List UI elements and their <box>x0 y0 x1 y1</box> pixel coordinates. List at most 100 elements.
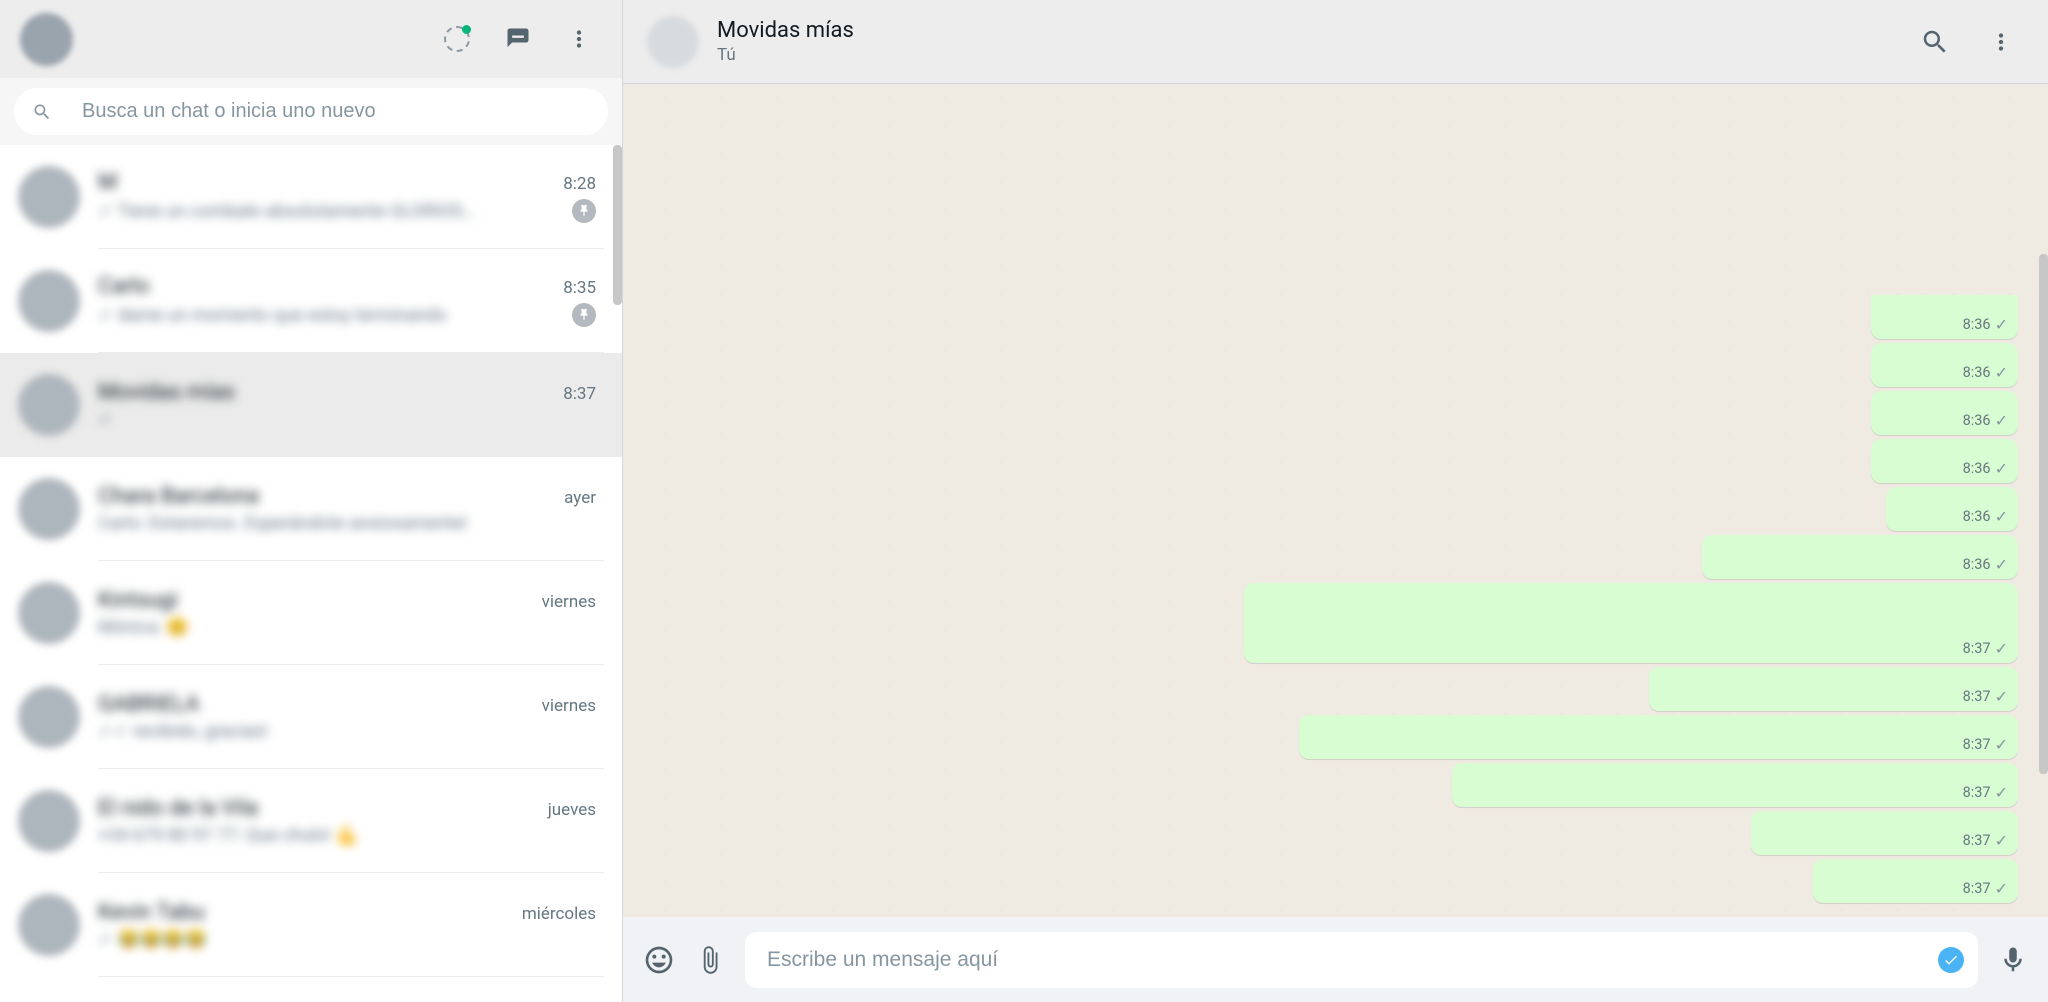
chat-time: viernes <box>542 592 596 612</box>
message-time: 8:36 <box>1963 508 1991 525</box>
message-time: 8:36 <box>1963 364 1991 381</box>
chat-name: Kevin Tabu <box>98 900 205 925</box>
message-time: 8:36 <box>1963 556 1991 573</box>
chat-name: El nido de la Vila <box>98 796 258 821</box>
chat-name: M <box>98 170 117 195</box>
check-icon: ✓ <box>1995 881 2008 897</box>
chat-item[interactable]: Movidas mías8:37✓ <box>0 353 622 457</box>
chat-name: GABRIELA <box>98 692 200 717</box>
chat-avatar <box>18 478 80 540</box>
chat-preview: ✓✓ recibido, gracias! <box>98 721 268 742</box>
new-chat-icon[interactable] <box>504 25 532 53</box>
check-icon: ✓ <box>1995 317 2008 333</box>
search-input[interactable] <box>82 100 590 123</box>
conversation-menu-icon[interactable] <box>1988 27 2014 57</box>
message-bubble[interactable]: 8:37✓ <box>1244 583 2018 663</box>
search-icon <box>32 101 52 123</box>
message-time: 8:37 <box>1963 688 1991 705</box>
chat-item[interactable]: GABRIELA viernes ✓✓ recibido, gracias! <box>0 665 622 769</box>
chat-time: 8:35 <box>563 278 596 298</box>
message-bubble[interactable]: 8:36✓ <box>1871 439 2018 483</box>
message-time: 8:37 <box>1963 784 1991 801</box>
chat-avatar <box>18 374 80 436</box>
chat-avatar <box>18 790 80 852</box>
search-box[interactable] <box>14 88 608 135</box>
message-bubble[interactable]: 8:37✓ <box>1751 811 2018 855</box>
message-bubble[interactable]: 8:37✓ <box>1299 715 2018 759</box>
messages-scrollbar[interactable] <box>2039 254 2048 774</box>
chat-avatar <box>18 686 80 748</box>
check-icon: ✓ <box>1995 833 2008 849</box>
message-bubble[interactable]: 8:37✓ <box>1813 859 2018 903</box>
pin-icon <box>572 199 596 223</box>
menu-icon[interactable] <box>566 26 592 52</box>
chat-list[interactable]: M 8:28 ✓ Tiene un combate absolutamente GL… <box>0 145 622 1002</box>
chat-time: jueves <box>548 800 596 820</box>
mic-icon[interactable] <box>1998 945 2028 975</box>
message-bubble[interactable]: 8:36✓ <box>1702 535 2018 579</box>
message-bubble[interactable]: 8:36✓ <box>1871 295 2018 339</box>
chat-preview: Carlo: Estaremos. Esperándote ansiosamen… <box>98 513 467 534</box>
attach-icon[interactable] <box>695 945 725 975</box>
message-time: 8:37 <box>1963 880 1991 897</box>
send-status-icon[interactable] <box>1938 947 1964 973</box>
chat-item[interactable]: Chara Barcelona ayer Carlo: Estaremos. Esp… <box>0 457 622 561</box>
chat-preview: ✓ <box>98 409 113 430</box>
check-icon: ✓ <box>1995 737 2008 753</box>
composer <box>623 917 2048 1002</box>
chat-preview: ✓ Tiene un combate absolutamente GLORIOS… <box>98 201 475 222</box>
message-time: 8:37 <box>1963 832 1991 849</box>
chat-time: 8:28 <box>563 174 596 194</box>
chat-avatar <box>18 166 80 228</box>
message-time: 8:37 <box>1963 640 1991 657</box>
compose-input-wrap[interactable] <box>745 932 1978 988</box>
conversation-subtitle: Tú <box>717 45 854 65</box>
message-time: 8:37 <box>1963 736 1991 753</box>
message-bubble[interactable]: 8:36✓ <box>1871 391 2018 435</box>
search-in-chat-icon[interactable] <box>1920 27 1950 57</box>
chat-avatar[interactable] <box>647 16 699 68</box>
chat-item[interactable]: Carlo8:35✓ dame un momento que estoy ter… <box>0 249 622 353</box>
chat-preview: +34 679 80 97 77: Que chulo! 💪 <box>98 825 358 846</box>
pin-icon <box>572 303 596 327</box>
check-icon: ✓ <box>1995 689 2008 705</box>
sidebar: M 8:28 ✓ Tiene un combate absolutamente GL… <box>0 0 623 1002</box>
chat-preview: Mónica: 😊 <box>98 617 189 638</box>
chat-time: miércoles <box>522 904 596 924</box>
sidebar-header <box>0 0 622 78</box>
message-bubble[interactable]: 8:36✓ <box>1886 487 2018 531</box>
search-row <box>0 78 622 145</box>
chat-item[interactable]: KintsugiviernesMónica: 😊 <box>0 561 622 665</box>
check-icon: ✓ <box>1995 509 2008 525</box>
check-icon: ✓ <box>1995 413 2008 429</box>
message-time: 8:36 <box>1963 460 1991 477</box>
chat-time: viernes <box>542 696 596 716</box>
chat-time: ayer <box>564 488 596 508</box>
emoji-icon[interactable] <box>643 944 675 976</box>
chat-time: 8:37 <box>563 384 596 404</box>
message-bubble[interactable]: 8:37✓ <box>1452 763 2018 807</box>
chat-item[interactable]: Kevin Tabu miércoles ✓ 😂😂😂😂 <box>0 873 622 977</box>
message-input[interactable] <box>767 948 1956 972</box>
messages-pane[interactable]: 8:36✓8:36✓8:36✓8:36✓8:36✓8:36✓8:37✓8:37✓… <box>623 84 2048 917</box>
chat-name: Chara Barcelona <box>98 484 259 509</box>
message-bubble[interactable]: 8:36✓ <box>1871 343 2018 387</box>
chat-name: Carlo <box>98 274 150 299</box>
scrollbar[interactable] <box>613 145 622 305</box>
chat-item[interactable]: El nido de la Vila jueves +34 679 80 97 77… <box>0 769 622 873</box>
chat-preview: ✓ 😂😂😂😂 <box>98 929 207 950</box>
message-bubble[interactable]: 8:37✓ <box>1649 667 2018 711</box>
check-icon: ✓ <box>1995 785 2008 801</box>
chat-avatar <box>18 270 80 332</box>
my-avatar[interactable] <box>20 13 73 66</box>
check-icon: ✓ <box>1995 557 2008 573</box>
conversation: Movidas mías Tú 8:36✓8:36✓8:36✓8:36✓8:36… <box>623 0 2048 1002</box>
chat-item[interactable]: M 8:28 ✓ Tiene un combate absolutamente GL… <box>0 145 622 249</box>
check-icon: ✓ <box>1995 641 2008 657</box>
message-time: 8:36 <box>1963 412 1991 429</box>
chat-avatar <box>18 894 80 956</box>
chat-avatar <box>18 582 80 644</box>
conversation-header[interactable]: Movidas mías Tú <box>623 0 2048 84</box>
status-icon[interactable] <box>444 26 470 52</box>
check-icon: ✓ <box>1995 461 2008 477</box>
